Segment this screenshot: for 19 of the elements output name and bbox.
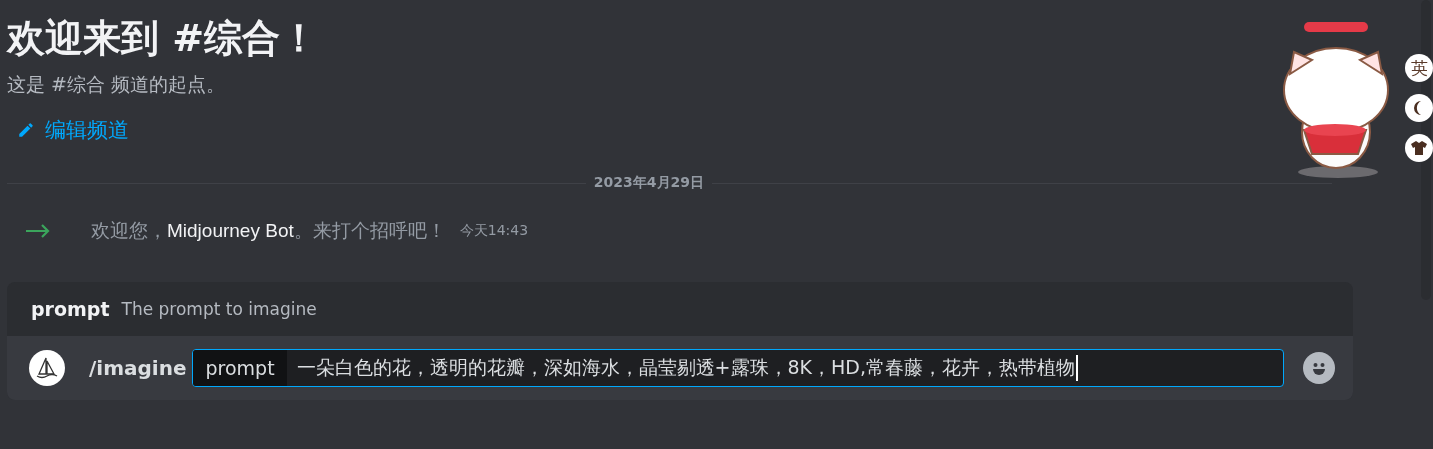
welcome-title: 欢迎来到 #综合！ — [7, 15, 319, 62]
channel-description: 这是 #综合 频道的起点。 — [7, 72, 225, 97]
prompt-value: 一朵白色的花，透明的花瓣，深如海水，晶莹剔透+露珠，8K，HD,常春藤，花卉，热带植物 — [296, 355, 1079, 381]
date-divider: 2023年4月29日 — [593, 174, 704, 192]
ime-language-button[interactable]: 英 — [1405, 54, 1433, 82]
prompt-input[interactable]: prompt 一朵白色的花，透明的花瓣，深如海水，晶莹剔透+露珠，8K，HD,常春藤，花卉，热带植物 — [192, 349, 1285, 387]
edit-channel-link[interactable]: 编辑频道 — [17, 116, 129, 144]
option-tag: prompt — [193, 350, 287, 386]
shirt-icon — [1411, 141, 1427, 155]
join-message: 欢迎您，Midjourney Bot。来打个招呼吧！ — [91, 218, 446, 243]
message-time: 今天14:43 — [459, 222, 529, 240]
emoji-button[interactable] — [1303, 352, 1335, 384]
option-description: The prompt to imagine — [121, 299, 317, 319]
pencil-icon — [17, 121, 35, 139]
arrow-icon — [25, 224, 51, 238]
shirt-button[interactable] — [1405, 134, 1433, 162]
option-name: prompt — [31, 298, 110, 320]
moon-button[interactable] — [1405, 94, 1433, 122]
command-name: /imagine — [89, 356, 187, 380]
